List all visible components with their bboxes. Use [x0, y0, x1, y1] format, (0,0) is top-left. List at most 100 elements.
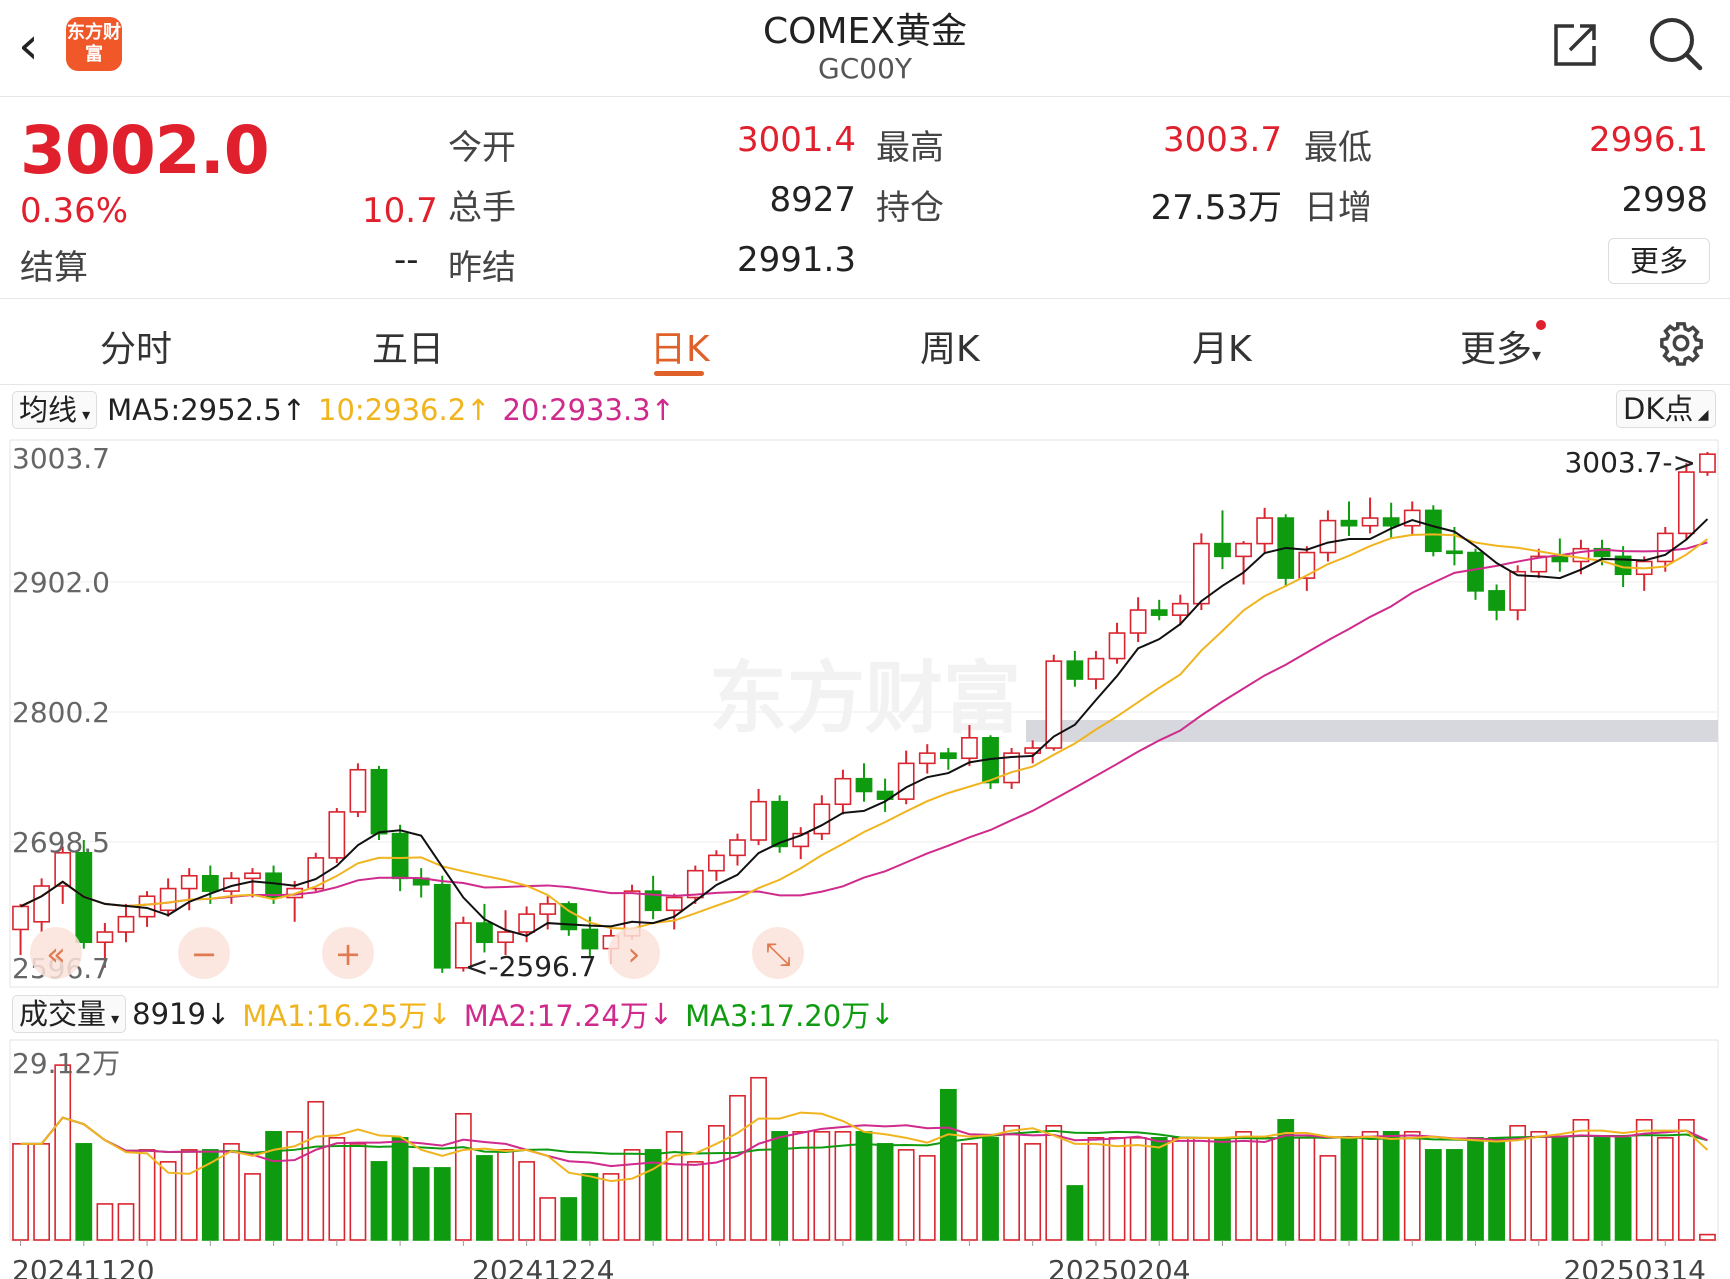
kline-chart[interactable]: 东方财富3003.72902.02800.22698.52596.73003.7… [0, 435, 1730, 1279]
gap-band [1026, 720, 1718, 742]
candle-body [518, 913, 536, 933]
candle-body [1150, 609, 1168, 616]
candle-body [1087, 657, 1105, 680]
tab-daily-k[interactable]: 日K [650, 320, 710, 372]
volume-bar [1572, 1119, 1590, 1241]
open-value: 3001.4 [737, 120, 856, 160]
zoom-in-button-glyph: + [335, 935, 362, 973]
divider [0, 384, 1730, 385]
candle-body [1192, 542, 1210, 605]
candle-body [138, 895, 156, 918]
volume-bar [370, 1161, 388, 1241]
volume-bar [244, 1173, 261, 1241]
search-icon[interactable] [1646, 14, 1706, 74]
volume-bar [1551, 1137, 1569, 1241]
settings-gear-icon[interactable] [1658, 320, 1704, 366]
divider [0, 298, 1730, 299]
indicator-selector[interactable]: 均线 ▾ [12, 391, 98, 429]
candle-body [729, 839, 746, 857]
more-quote-button[interactable]: 更多 [1608, 238, 1710, 284]
prev-settle-label: 昨结 [448, 248, 516, 288]
candle-body [539, 903, 557, 915]
candle-body [771, 800, 789, 848]
ma20-value: 20:2933.3 [502, 393, 651, 427]
volume-bar [476, 1155, 493, 1241]
volume-bar [1446, 1149, 1463, 1241]
dropdown-icon: ▾ [1532, 345, 1542, 366]
candle-body [1509, 570, 1527, 611]
candle-body [581, 928, 599, 950]
volume-bar [1699, 1233, 1716, 1241]
candle-body [813, 803, 831, 835]
candle-body [1045, 660, 1063, 749]
share-icon[interactable] [1548, 18, 1602, 72]
volume-bar [897, 1149, 915, 1241]
volume-bar [602, 1173, 620, 1241]
x-axis-label: 20250314 [1563, 1254, 1706, 1279]
arrow-up-icon: ↑ [466, 393, 491, 427]
volume-bar [665, 1131, 683, 1241]
tab-monthly-k[interactable]: 月K [1192, 320, 1252, 372]
volume-bar [729, 1094, 746, 1241]
volume-bar [412, 1167, 430, 1241]
volume-bar [1235, 1131, 1252, 1241]
volume-bar [75, 1143, 93, 1241]
volume-bar [497, 1149, 514, 1241]
dk-point-label: DK点 [1623, 392, 1694, 426]
candle-body [1488, 590, 1505, 611]
x-axis-label: 20241224 [472, 1254, 615, 1279]
daily-increase-value: 2998 [1621, 180, 1708, 220]
volume-label: 总手 [448, 188, 516, 228]
candle-body [349, 768, 367, 813]
candle-body [1677, 471, 1695, 535]
open-interest-value: 27.53万 [1150, 188, 1282, 228]
volume-bar [1614, 1137, 1632, 1241]
active-tab-indicator [654, 371, 704, 376]
dk-point-button[interactable]: DK点 ◢ [1616, 390, 1716, 428]
volume-bar [96, 1203, 114, 1241]
volume-bar [1593, 1137, 1611, 1241]
tab-five-day[interactable]: 五日 [372, 320, 444, 372]
candle-body [1298, 551, 1316, 579]
settle-label: 结算 [20, 248, 88, 288]
x-axis-label: 20241120 [12, 1254, 155, 1279]
ma-legend: 均线 ▾ MA5:2952.5 ↑ 10:2936.2 ↑ 20:2933.3 ↑ [12, 390, 675, 430]
volume-bar [328, 1137, 346, 1241]
ma10-value: 10:2936.2 [318, 393, 467, 427]
candle-body [961, 737, 978, 760]
candle-body [370, 768, 388, 835]
tab-intraday[interactable]: 分时 [100, 320, 172, 372]
candle-body [117, 915, 135, 933]
candle-body [159, 887, 177, 912]
arrow-up-icon: ↑ [650, 393, 675, 427]
zoom-out-button-glyph: − [191, 935, 218, 973]
volume-bar [1656, 1137, 1674, 1241]
tab-weekly-k[interactable]: 周K [920, 320, 980, 372]
volume-bar [117, 1203, 135, 1241]
indicator-selector-label: 均线 [19, 393, 78, 427]
volume-bar [1192, 1137, 1210, 1241]
volume-bar [391, 1137, 409, 1241]
volume-bar [307, 1100, 325, 1241]
low-annotation: <-2596.7 [465, 950, 597, 983]
volume-bar [1530, 1131, 1548, 1241]
volume-bar [1319, 1155, 1337, 1241]
volume-bar [939, 1088, 957, 1241]
volume-bar [33, 1143, 51, 1241]
open-label: 今开 [448, 128, 516, 168]
volume-bar [1150, 1137, 1168, 1241]
corner-triangle-icon: ◢ [1693, 407, 1709, 423]
price-axis-label: 2902.0 [12, 566, 110, 599]
volume-bar [138, 1149, 156, 1241]
low-label: 最低 [1304, 128, 1372, 168]
candle-body [1446, 550, 1463, 555]
scroll-left-button-glyph: « [46, 935, 66, 973]
volume-bar [1129, 1137, 1147, 1241]
fullscreen-button-glyph: ⤡ [765, 935, 791, 973]
candle-body [1066, 660, 1084, 680]
volume-bar [855, 1131, 873, 1241]
tab-more[interactable]: 更多▾ [1460, 320, 1541, 372]
candle-body [96, 931, 114, 944]
prev-settle-value: 2991.3 [737, 240, 856, 280]
high-value: 3003.7 [1163, 120, 1282, 160]
